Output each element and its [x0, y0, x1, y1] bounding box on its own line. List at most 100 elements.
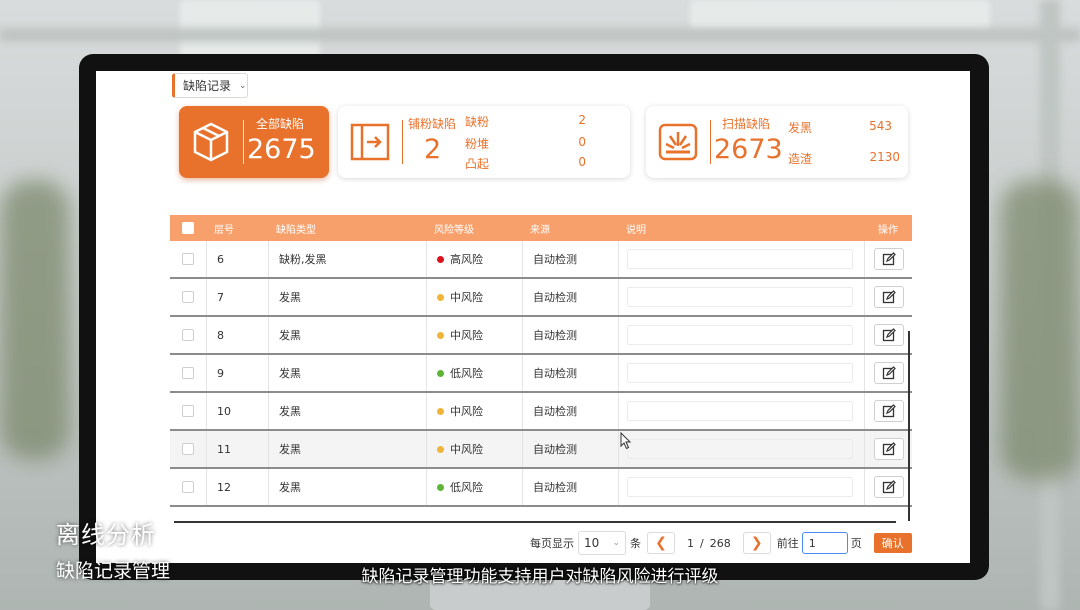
card-value: 2675 — [247, 134, 316, 165]
description-input[interactable] — [627, 325, 853, 345]
table-row[interactable]: 12 发黑 低风险 自动检测 — [170, 469, 912, 507]
per-page-select[interactable]: 10 ⌄ — [578, 531, 626, 555]
powder-item-label: 缺粉 — [465, 115, 490, 129]
row-op — [864, 431, 912, 467]
row-checkbox[interactable] — [182, 253, 194, 265]
goto-page-input[interactable]: 1 — [801, 532, 848, 554]
row-checkbox-cell[interactable] — [170, 329, 206, 341]
row-checkbox-cell[interactable] — [170, 367, 206, 379]
table-row[interactable]: 10 发黑 中风险 自动检测 — [170, 393, 912, 431]
all-defects-card[interactable]: 全部缺陷 2675 — [179, 106, 329, 178]
row-source: 自动检测 — [522, 241, 618, 277]
scan-item-label: 造渣 — [788, 152, 813, 166]
row-type: 发黑 — [268, 317, 426, 353]
per-page-label: 每页显示 — [530, 537, 574, 550]
row-checkbox[interactable] — [182, 329, 194, 341]
row-checkbox-cell[interactable] — [170, 481, 206, 493]
background-foliage — [0, 180, 70, 460]
description-input[interactable] — [627, 363, 853, 383]
powder-item-label: 粉堆 — [465, 137, 490, 151]
row-risk-label: 低风险 — [450, 481, 483, 494]
monitor: 缺陷记录 ⌄ 全部缺陷 2675 铺粉缺陷 2 缺粉 2 粉堆 0 凸起 0 扫… — [79, 54, 989, 580]
scan-burst-icon — [658, 123, 698, 161]
scan-defects-card[interactable]: 扫描缺陷 2673 发黑 543 造渣 2130 — [646, 106, 908, 178]
row-op — [864, 241, 912, 277]
table-row[interactable]: 8 发黑 中风险 自动检测 — [170, 317, 912, 355]
table-row[interactable]: 7 发黑 中风险 自动检测 — [170, 279, 912, 317]
row-checkbox-cell[interactable] — [170, 443, 206, 455]
risk-dot-icon — [437, 369, 444, 377]
table-row[interactable]: 11 发黑 中风险 自动检测 — [170, 431, 912, 469]
defect-table: 层号 缺陷类型 风险等级 来源 说明 操作 6 缺粉,发黑 高风险 自动检测 7 发黑 中风… — [170, 215, 912, 507]
table-row[interactable]: 6 缺粉,发黑 高风险 自动检测 — [170, 241, 912, 279]
row-type: 发黑 — [268, 431, 426, 467]
edit-button[interactable] — [873, 324, 904, 346]
row-risk-label: 中风险 — [450, 329, 483, 342]
card-value: 2673 — [714, 134, 783, 165]
description-input[interactable] — [627, 249, 853, 269]
edit-button[interactable] — [873, 248, 904, 270]
edit-button[interactable] — [873, 286, 904, 308]
row-source: 自动检测 — [522, 431, 618, 467]
enter-box-icon — [350, 123, 390, 161]
row-checkbox[interactable] — [182, 291, 194, 303]
description-input[interactable] — [627, 287, 853, 307]
row-checkbox[interactable] — [182, 481, 194, 493]
edit-icon — [882, 328, 896, 342]
scan-item-value: 543 — [869, 119, 892, 133]
row-checkbox[interactable] — [182, 443, 194, 455]
table-row[interactable]: 9 发黑 低风险 自动检测 — [170, 355, 912, 393]
prev-page-button[interactable]: ❮ — [647, 532, 675, 554]
table-bottom-border — [174, 521, 896, 523]
risk-dot-icon — [437, 483, 444, 491]
scan-item-label: 发黑 — [788, 121, 813, 135]
table-body: 6 缺粉,发黑 高风险 自动检测 7 发黑 中风险 自动检测 8 发黑 中风险 自动检测 9 发黑 低风险自… — [170, 241, 912, 507]
table-scrollbar[interactable] — [908, 331, 910, 521]
confirm-button[interactable]: 确认 — [873, 533, 912, 553]
row-risk: 中风险 — [426, 317, 522, 353]
edit-button[interactable] — [873, 400, 904, 422]
row-risk-label: 中风险 — [450, 405, 483, 418]
row-desc — [618, 241, 864, 277]
video-subtitle: 缺陷记录管理功能支持用户对缺陷风险进行评级 — [361, 567, 719, 587]
goto-page-value: 1 — [808, 536, 816, 550]
mouse-cursor-icon — [620, 432, 632, 450]
row-checkbox[interactable] — [182, 405, 194, 417]
background-window-pane — [690, 0, 990, 30]
risk-dot-icon — [437, 255, 444, 263]
description-input[interactable] — [627, 439, 853, 459]
chevron-left-icon: ❮ — [655, 535, 667, 551]
row-layer: 8 — [206, 317, 268, 353]
edit-button[interactable] — [873, 362, 904, 384]
row-risk-label: 高风险 — [450, 253, 483, 266]
edit-icon — [882, 366, 896, 380]
edit-button[interactable] — [873, 476, 904, 498]
powder-item-value: 2 — [578, 113, 586, 127]
edit-icon — [882, 480, 896, 494]
edit-button[interactable] — [873, 438, 904, 460]
select-all-checkbox[interactable] — [182, 222, 194, 234]
powder-item-label: 凸起 — [465, 157, 490, 171]
header-type: 缺陷类型 — [276, 224, 316, 236]
background-window-frame — [0, 28, 1080, 42]
row-checkbox-cell[interactable] — [170, 291, 206, 303]
row-checkbox-cell[interactable] — [170, 253, 206, 265]
row-desc — [618, 279, 864, 315]
row-risk-label: 中风险 — [450, 443, 483, 456]
card-title: 全部缺陷 — [256, 117, 305, 131]
row-type: 缺粉,发黑 — [268, 241, 426, 277]
background-foliage — [1000, 180, 1080, 480]
row-type: 发黑 — [268, 279, 426, 315]
description-input[interactable] — [627, 477, 853, 497]
edit-icon — [882, 290, 896, 304]
description-input[interactable] — [627, 401, 853, 421]
row-risk: 中风险 — [426, 431, 522, 467]
next-page-button[interactable]: ❯ — [742, 532, 771, 554]
row-checkbox[interactable] — [182, 367, 194, 379]
row-source: 自动检测 — [522, 355, 618, 391]
row-layer: 11 — [206, 431, 268, 467]
powder-defects-card[interactable]: 铺粉缺陷 2 缺粉 2 粉堆 0 凸起 0 — [338, 106, 630, 178]
row-checkbox-cell[interactable] — [170, 405, 206, 417]
record-type-dropdown[interactable]: 缺陷记录 ⌄ — [172, 73, 248, 98]
select-all-cell[interactable] — [170, 222, 206, 234]
